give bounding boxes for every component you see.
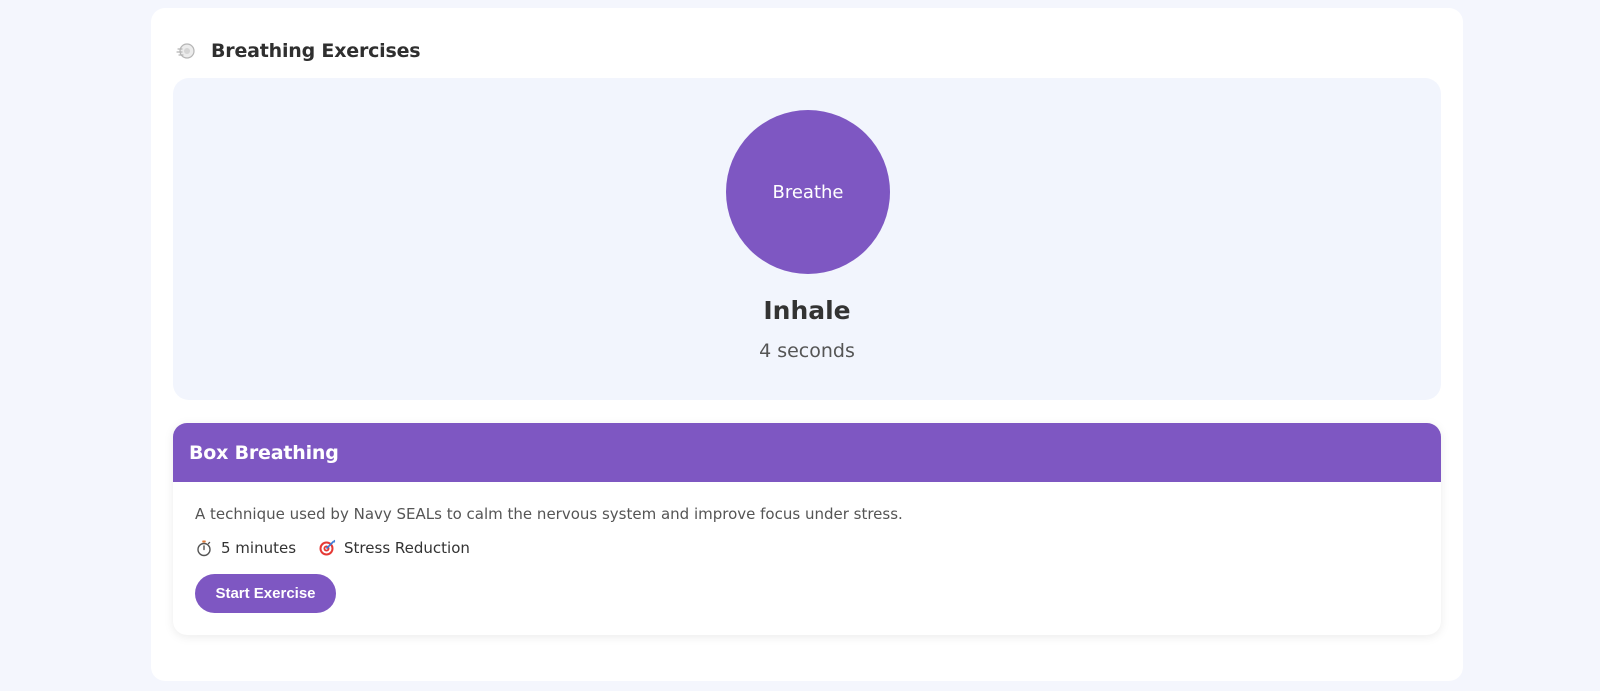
breath-visualizer: Breathe Inhale 4 seconds bbox=[173, 78, 1441, 400]
start-exercise-button[interactable]: Start Exercise bbox=[195, 574, 336, 613]
page-title: Breathing Exercises bbox=[211, 40, 421, 62]
exercise-meta: 5 minutes Stress Reduction bbox=[195, 539, 492, 557]
exercise-card-header: Box Breathing bbox=[173, 423, 1441, 482]
meta-duration-label: 5 minutes bbox=[221, 539, 297, 557]
page-header: Breathing Exercises bbox=[175, 32, 421, 70]
breath-circle-label: Breathe bbox=[772, 181, 844, 203]
meta-duration: 5 minutes bbox=[195, 539, 296, 557]
exercise-description: A technique used by Navy SEALs to calm t… bbox=[195, 505, 903, 523]
exercise-title: Box Breathing bbox=[189, 441, 339, 464]
target-icon bbox=[318, 539, 336, 557]
meta-goal: Stress Reduction bbox=[318, 539, 470, 557]
breath-circle: Breathe bbox=[726, 110, 890, 274]
meta-goal-label: Stress Reduction bbox=[344, 539, 470, 557]
breath-duration: 4 seconds bbox=[759, 340, 855, 362]
stopwatch-icon bbox=[195, 539, 213, 557]
exercise-card: Box Breathing A technique used by Navy S… bbox=[173, 423, 1441, 635]
meditation-icon bbox=[175, 40, 197, 62]
breathing-container: Breathing Exercises Breathe Inhale 4 sec… bbox=[151, 8, 1463, 681]
breath-phase: Inhale bbox=[763, 296, 851, 325]
